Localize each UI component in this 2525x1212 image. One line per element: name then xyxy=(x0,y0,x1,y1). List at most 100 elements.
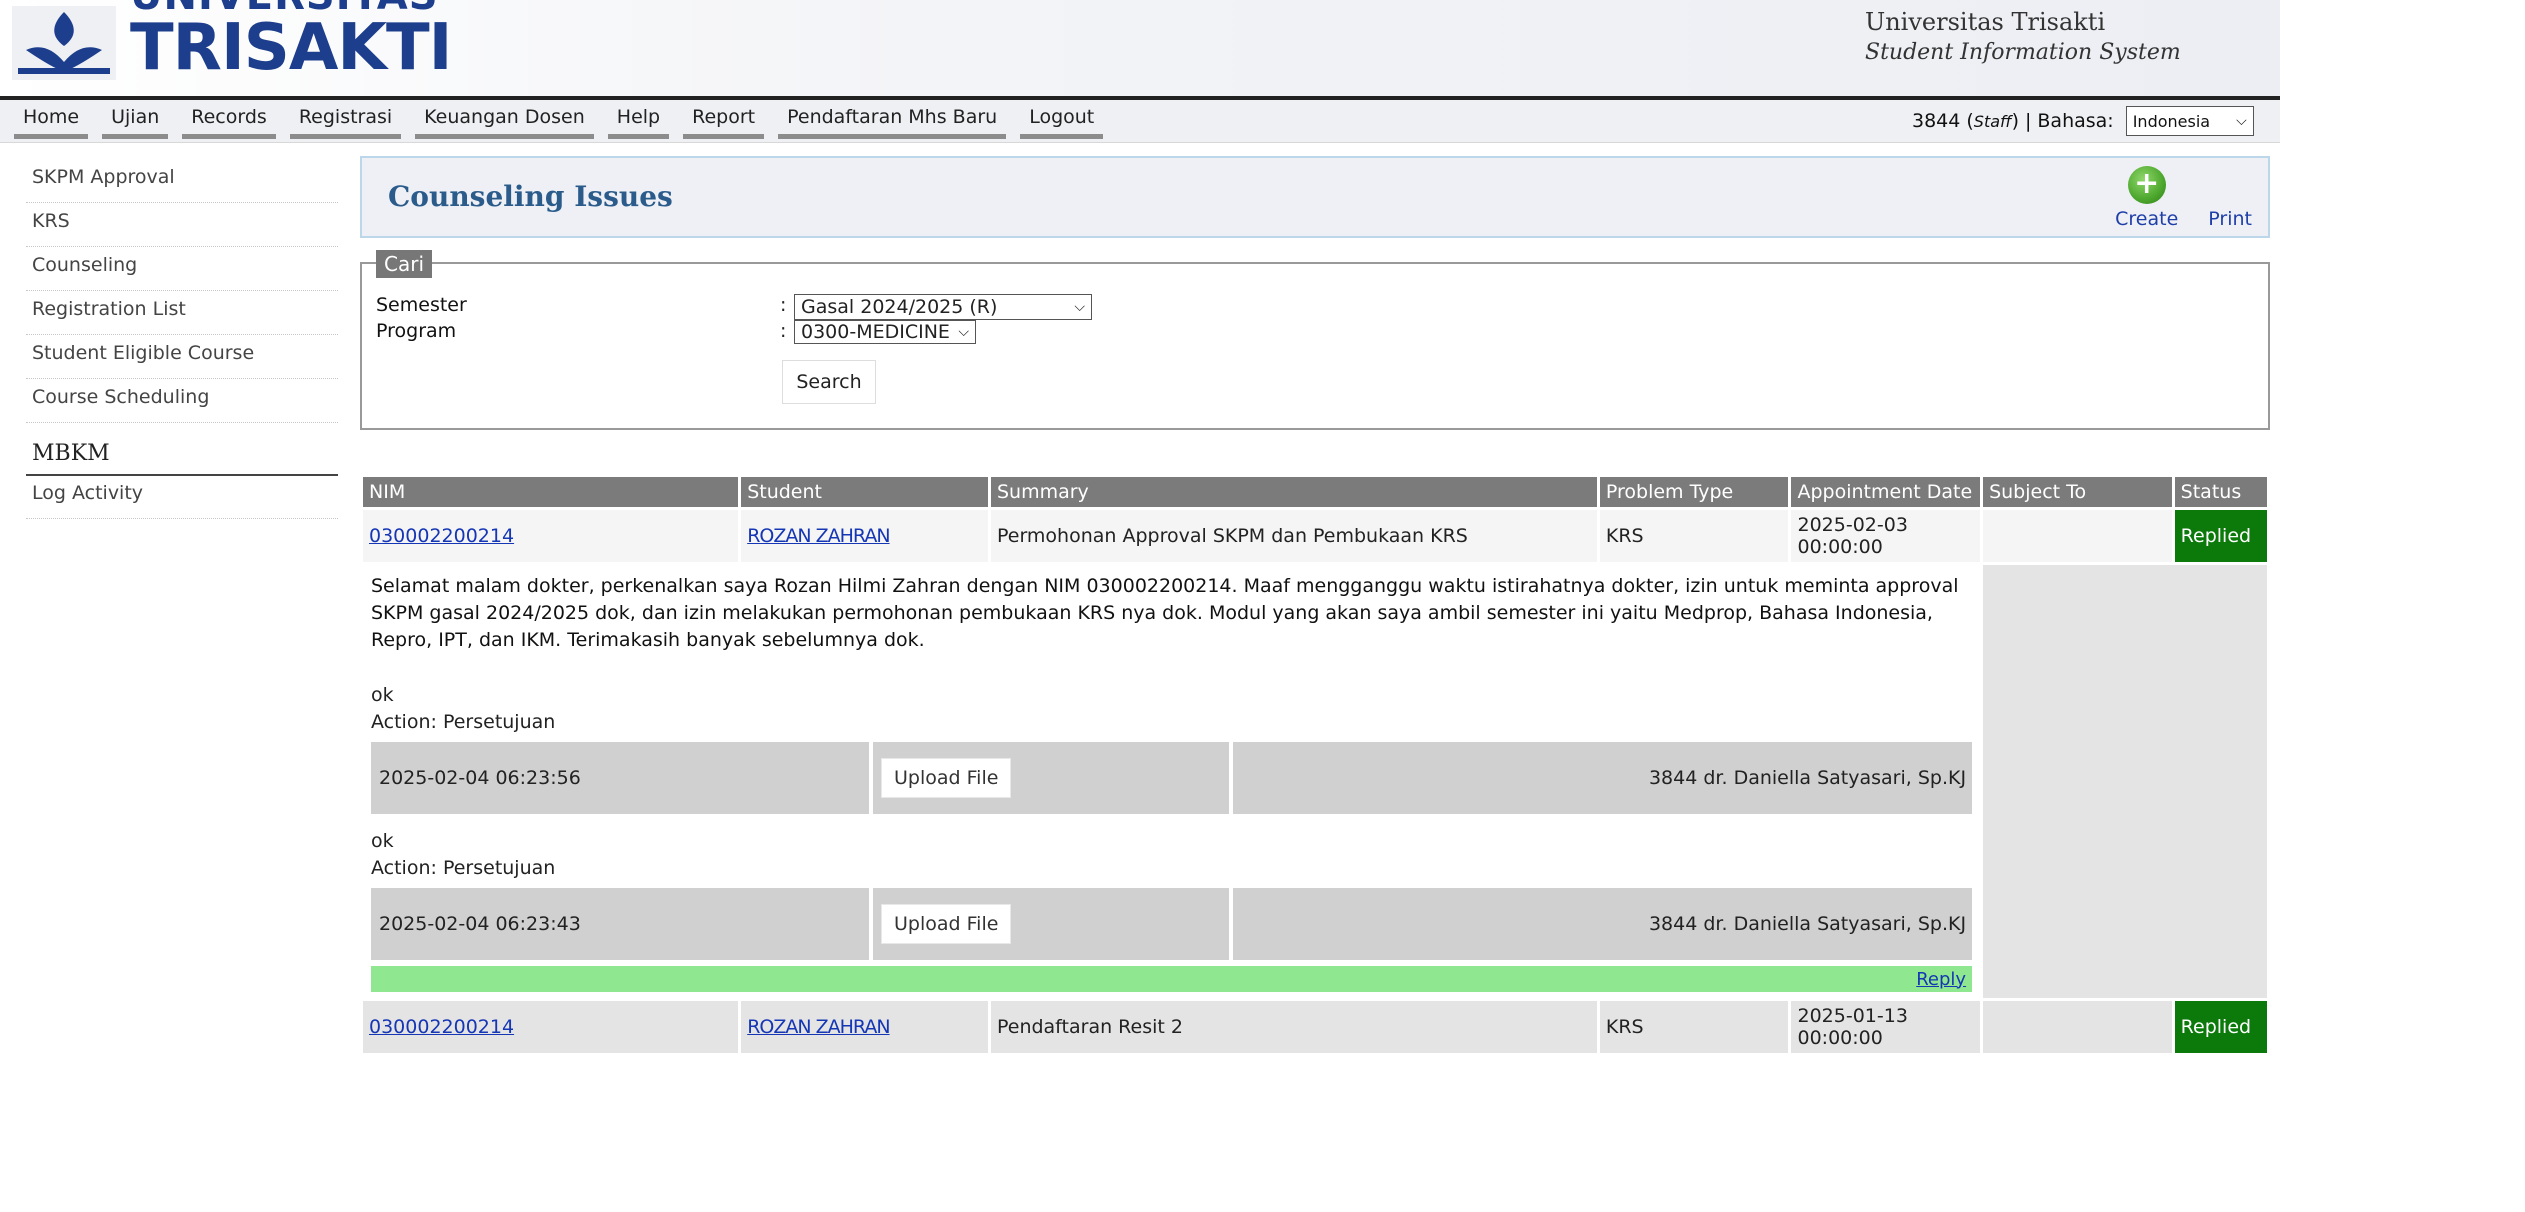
semester-select[interactable]: Gasal 2024/2025 (R) ⌵ xyxy=(794,294,1092,320)
university-logo[interactable]: UNIVERSITAS TRISAKTI xyxy=(12,0,452,85)
detail-row: Selamat malam dokter, perkenalkan saya R… xyxy=(363,565,2267,998)
menu-keuangan-dosen[interactable]: Keuangan Dosen xyxy=(415,106,594,139)
subject-to-cell xyxy=(1983,510,2172,562)
reply-upload-cell: Upload File xyxy=(873,742,1229,814)
logo-bottom-text: TRISAKTI xyxy=(130,11,452,85)
reply-datetime: 2025-02-04 06:23:56 xyxy=(371,742,869,814)
reply-text: ok xyxy=(371,684,394,706)
language-label: Bahasa: xyxy=(2037,110,2114,132)
language-value: Indonesia xyxy=(2132,111,2211,131)
nim-cell: 030002200214 xyxy=(363,510,739,562)
summary-cell: Permohonan Approval SKPM dan Pembukaan K… xyxy=(990,510,1597,562)
reply-body: ok Action: Persetujuan xyxy=(371,682,1972,736)
summary-cell: Pendaftaran Resit 2 xyxy=(990,1001,1597,1053)
issue-message: Selamat malam dokter, perkenalkan saya R… xyxy=(371,575,1959,651)
upload-file-button[interactable]: Upload File xyxy=(881,758,1012,798)
sidebar-item-registration-list[interactable]: Registration List xyxy=(26,292,338,335)
search-panel: Cari Semester : Gasal 2024/2025 (R) ⌵ Pr… xyxy=(360,250,2270,430)
menu-report[interactable]: Report xyxy=(683,106,765,139)
print-button[interactable]: Print xyxy=(2208,208,2252,230)
reply-meta: 2025-02-04 06:23:43 Upload File 3844 dr.… xyxy=(371,888,1973,960)
menu-ujian[interactable]: Ujian xyxy=(102,106,169,139)
nim-link[interactable]: 030002200214 xyxy=(369,1016,514,1038)
detail-side-cell xyxy=(1983,565,2267,998)
page-title-bar: Counseling Issues + Create Print xyxy=(360,156,2270,238)
column-header-summary: Summary xyxy=(990,477,1597,507)
create-button[interactable]: + Create xyxy=(2115,166,2178,230)
reply-link[interactable]: Reply xyxy=(1916,969,1966,990)
menu-records[interactable]: Records xyxy=(182,106,276,139)
user-info: 3844 (Staff) | Bahasa: Indonesia ⌵ xyxy=(1912,106,2254,136)
nim-link[interactable]: 030002200214 xyxy=(369,525,514,547)
reply-action: Action: Persetujuan xyxy=(371,711,556,733)
problem-type-cell: KRS xyxy=(1599,1001,1789,1053)
page-actions: + Create Print xyxy=(2115,166,2252,230)
chevron-down-icon: ⌵ xyxy=(1074,299,1085,315)
reply-action: Action: Persetujuan xyxy=(371,857,556,879)
appointment-date: 2025-01-13 xyxy=(1797,1005,1908,1027)
sidebar-section-heading: MBKM xyxy=(26,441,338,476)
appointment-date-cell: 2025-02-03 00:00:00 xyxy=(1791,510,1981,562)
reply-author: 3844 dr. Daniella Satyasari, Sp.KJ xyxy=(1233,742,1973,814)
column-header-appointment-date: Appointment Date xyxy=(1791,477,1981,507)
sidebar-item-krs[interactable]: KRS xyxy=(26,204,338,247)
user-id: 3844 xyxy=(1912,110,1961,132)
upload-file-button[interactable]: Upload File xyxy=(881,904,1012,944)
subject-to-cell xyxy=(1983,1001,2172,1053)
column-header-problem-type: Problem Type xyxy=(1599,477,1789,507)
program-select[interactable]: 0300-MEDICINE ⌵ xyxy=(794,320,976,344)
plus-icon: + xyxy=(2127,166,2166,204)
sidebar-item-counseling[interactable]: Counseling xyxy=(26,248,338,291)
table-row[interactable]: 030002200214 ROZAN ZAHRAN Permohonan App… xyxy=(363,510,2267,562)
semester-value: Gasal 2024/2025 (R) xyxy=(801,296,998,318)
semester-label: Semester xyxy=(376,294,467,316)
appointment-date: 2025-02-03 xyxy=(1797,514,1908,536)
sidebar: SKPM Approval KRS Counseling Registratio… xyxy=(26,160,338,520)
student-link[interactable]: ROZAN ZAHRAN xyxy=(747,525,890,547)
system-title: Universitas Trisakti Student Information… xyxy=(1865,8,2181,65)
appointment-date-cell: 2025-01-13 00:00:00 xyxy=(1791,1001,1981,1053)
issue-detail: Selamat malam dokter, perkenalkan saya R… xyxy=(363,565,1980,998)
menu-registrasi[interactable]: Registrasi xyxy=(289,106,402,139)
table-row[interactable]: 030002200214 ROZAN ZAHRAN Pendaftaran Re… xyxy=(363,1001,2267,1053)
counseling-table: NIM Student Summary Problem Type Appoint… xyxy=(360,474,2270,1056)
problem-type-cell: KRS xyxy=(1599,510,1789,562)
column-header-status: Status xyxy=(2174,477,2267,507)
header: UNIVERSITAS TRISAKTI Universitas Trisakt… xyxy=(0,0,2280,100)
user-role-text: Staff xyxy=(1973,112,2012,131)
main-content: Counseling Issues + Create Print Cari Se… xyxy=(360,156,2270,1056)
menu-home[interactable]: Home xyxy=(14,106,89,139)
table-header-row: NIM Student Summary Problem Type Appoint… xyxy=(363,477,2267,507)
university-emblem-icon xyxy=(12,6,116,80)
create-label: Create xyxy=(2115,208,2179,230)
user-role: (Staff) xyxy=(1966,110,2019,132)
language-select[interactable]: Indonesia ⌵ xyxy=(2125,106,2254,136)
sidebar-item-student-eligible-course[interactable]: Student Eligible Course xyxy=(26,336,338,379)
semester-colon: : xyxy=(780,294,787,316)
student-cell: ROZAN ZAHRAN xyxy=(741,510,988,562)
reply-bar: Reply xyxy=(371,966,1973,992)
reply-datetime: 2025-02-04 06:23:43 xyxy=(371,888,869,960)
program-colon: : xyxy=(780,320,787,342)
appointment-time: 00:00:00 xyxy=(1797,536,1883,558)
status-badge: Replied xyxy=(2174,1001,2267,1053)
detail-cell: Selamat malam dokter, perkenalkan saya R… xyxy=(363,565,1981,998)
system-subtitle: Student Information System xyxy=(1865,40,2181,65)
column-header-nim: NIM xyxy=(363,477,739,507)
menu-help[interactable]: Help xyxy=(607,106,670,139)
user-separator: | xyxy=(2024,110,2032,132)
reply-meta: 2025-02-04 06:23:56 Upload File 3844 dr.… xyxy=(371,742,1973,814)
status-badge: Replied xyxy=(2174,510,2267,562)
menu-pendaftaran-mhs-baru[interactable]: Pendaftaran Mhs Baru xyxy=(778,106,1007,139)
sidebar-item-course-scheduling[interactable]: Course Scheduling xyxy=(26,380,338,423)
student-cell: ROZAN ZAHRAN xyxy=(741,1001,988,1053)
reply-body: ok Action: Persetujuan xyxy=(371,828,1972,882)
sidebar-item-log-activity[interactable]: Log Activity xyxy=(26,476,338,519)
sidebar-item-skpm-approval[interactable]: SKPM Approval xyxy=(26,160,338,203)
program-label: Program xyxy=(376,320,457,342)
nim-cell: 030002200214 xyxy=(363,1001,739,1053)
student-link[interactable]: ROZAN ZAHRAN xyxy=(747,1016,890,1038)
chevron-down-icon: ⌵ xyxy=(958,324,969,340)
search-button[interactable]: Search xyxy=(782,360,876,404)
menu-logout[interactable]: Logout xyxy=(1020,106,1104,139)
